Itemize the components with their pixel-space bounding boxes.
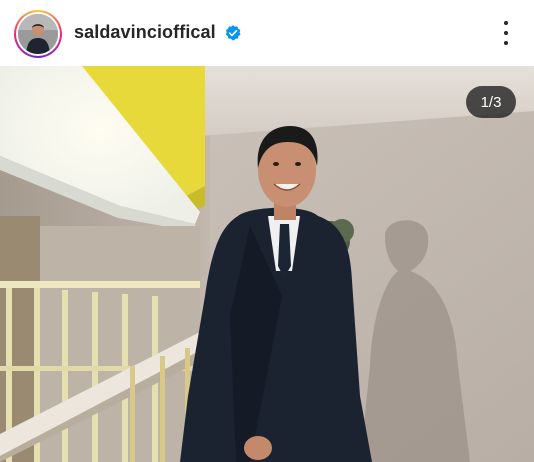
- post-header: saldavincioffical: [0, 0, 534, 66]
- more-vertical-icon: [504, 21, 508, 25]
- post-photo: [0, 66, 534, 462]
- avatar-photo: [18, 14, 58, 54]
- instagram-post: saldavincioffical 1/3: [0, 0, 534, 462]
- more-options-button[interactable]: [494, 18, 518, 48]
- media-counter-badge: 1/3: [466, 86, 516, 118]
- verified-badge-icon: [225, 25, 241, 41]
- story-ring[interactable]: [14, 10, 62, 58]
- username-link[interactable]: saldavincioffical: [74, 22, 216, 43]
- post-media[interactable]: 1/3: [0, 66, 534, 462]
- avatar[interactable]: [18, 14, 58, 54]
